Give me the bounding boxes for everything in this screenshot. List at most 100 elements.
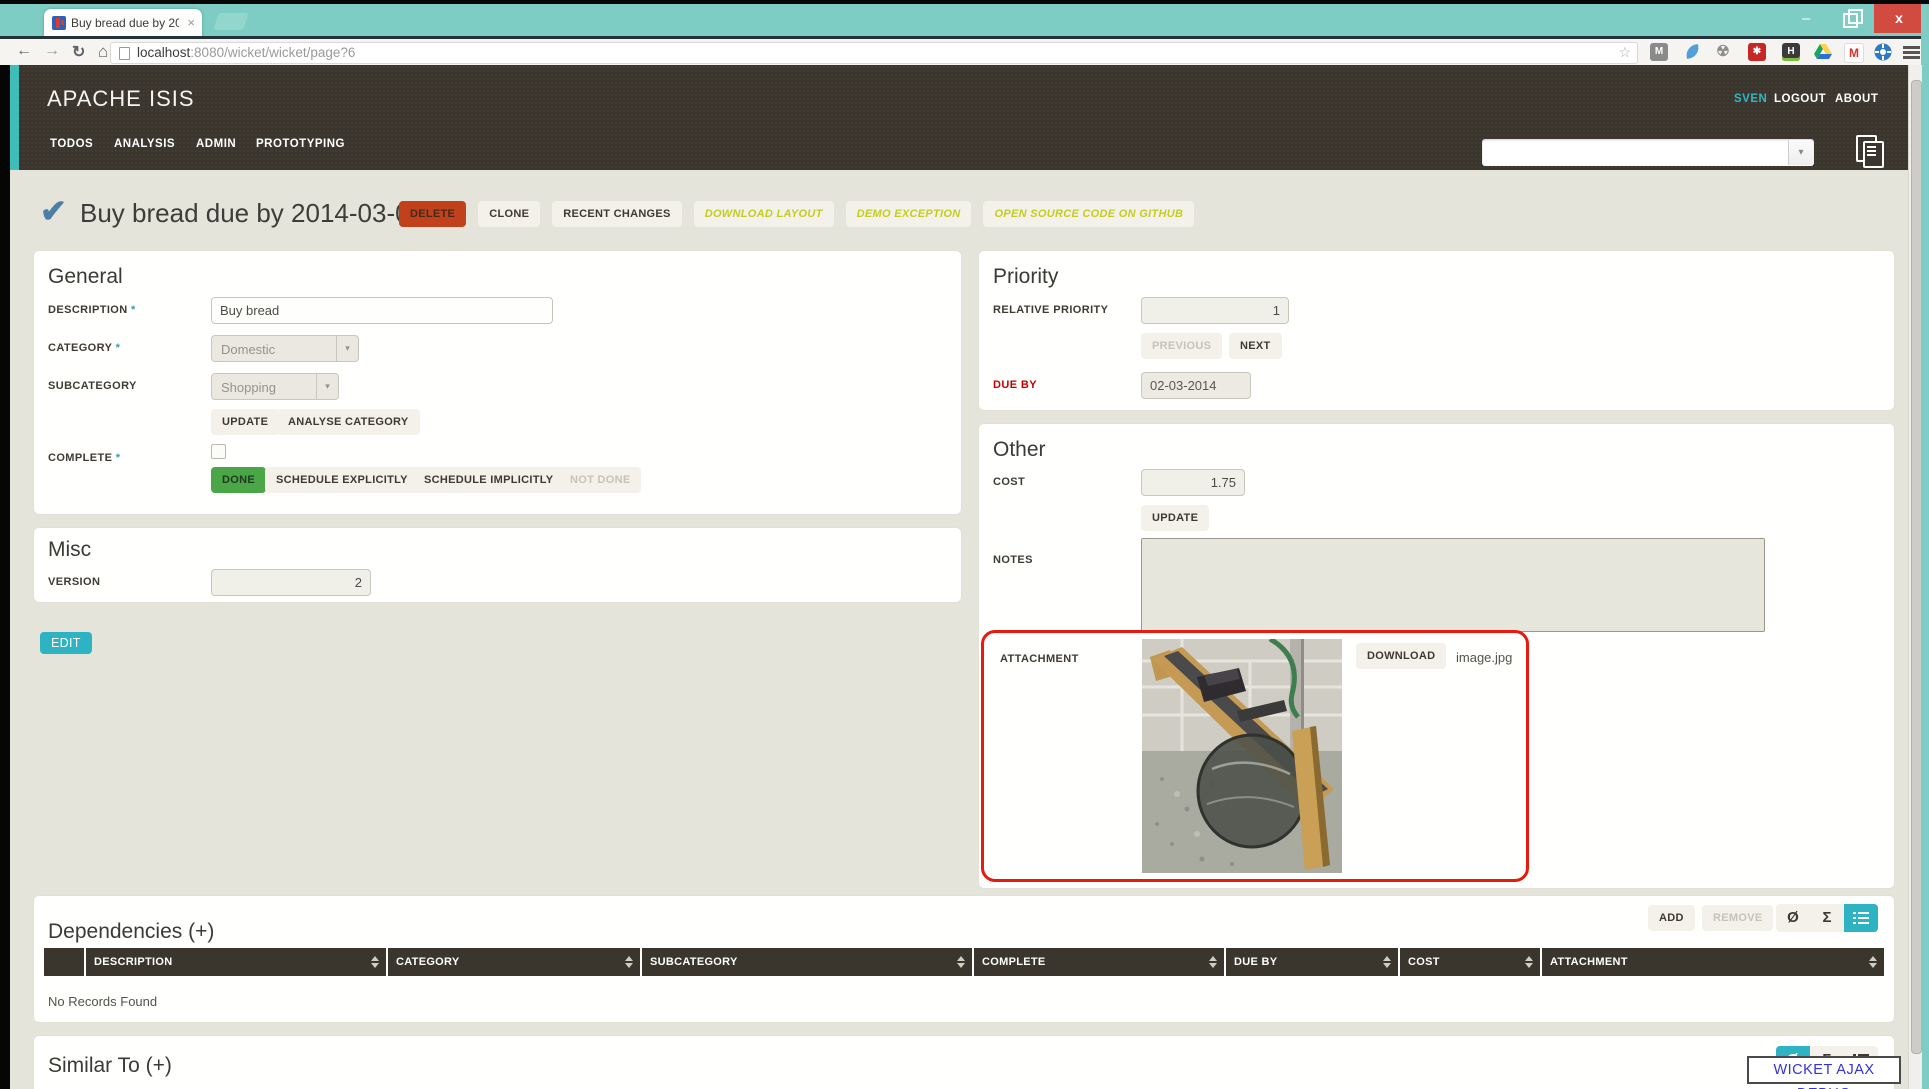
update-cost-button[interactable]: UPDATE bbox=[1141, 505, 1209, 531]
due-by-label: DUE BY bbox=[993, 379, 1037, 391]
subcategory-label: SUBCATEGORY bbox=[48, 380, 137, 392]
column-cost[interactable]: COST bbox=[1400, 948, 1540, 976]
column-due-by[interactable]: DUE BY bbox=[1226, 948, 1398, 976]
back-icon[interactable]: ← bbox=[16, 42, 32, 60]
browser-tab[interactable]: Buy bread due by 20 × bbox=[44, 9, 202, 37]
new-tab-button[interactable] bbox=[213, 13, 249, 30]
general-heading: General bbox=[48, 265, 123, 289]
column-description[interactable]: DESCRIPTION bbox=[86, 948, 386, 976]
page-title: Buy bread due by 2014-03-02 bbox=[80, 198, 424, 229]
column-subcategory[interactable]: SUBCATEGORY bbox=[642, 948, 972, 976]
extension-m-icon[interactable]: M bbox=[1650, 43, 1668, 61]
empty-table-message: No Records Found bbox=[48, 994, 157, 1009]
address-bar[interactable]: localhost:8080/wicket/wicket/page?6 ☆ bbox=[110, 42, 1638, 64]
general-panel: General DESCRIPTION * CATEGORY * Domesti… bbox=[33, 250, 962, 515]
next-button[interactable]: NEXT bbox=[1229, 333, 1282, 359]
category-label: CATEGORY * bbox=[48, 342, 120, 354]
recent-changes-button[interactable]: RECENT CHANGES bbox=[552, 201, 682, 227]
aperture-icon[interactable] bbox=[1874, 43, 1892, 61]
not-done-button[interactable]: NOT DONE bbox=[559, 467, 641, 493]
header-accent bbox=[10, 65, 19, 170]
open-source-button[interactable]: OPEN SOURCE CODE ON GITHUB bbox=[983, 201, 1194, 227]
copy-icon[interactable] bbox=[1856, 135, 1877, 162]
hide-columns-icon[interactable]: Ø bbox=[1776, 904, 1810, 932]
minimize-button[interactable]: – bbox=[1802, 10, 1810, 27]
version-input bbox=[211, 569, 371, 596]
relative-priority-label: RELATIVE PRIORITY bbox=[993, 304, 1108, 316]
remove-button[interactable]: REMOVE bbox=[1702, 905, 1773, 931]
download-layout-button[interactable]: DOWNLOAD LAYOUT bbox=[694, 201, 834, 227]
update-button[interactable]: UPDATE bbox=[211, 409, 279, 435]
demo-exception-button[interactable]: DEMO EXCEPTION bbox=[846, 201, 972, 227]
search-select[interactable]: ▾ bbox=[1482, 139, 1814, 166]
scrollbar[interactable] bbox=[1908, 65, 1922, 1089]
reload-icon[interactable]: ↻ bbox=[72, 42, 85, 62]
forward-icon[interactable]: → bbox=[44, 42, 60, 60]
attachment-highlight: ATTACHMENT bbox=[981, 630, 1529, 882]
wicket-ajax-debug-link[interactable]: WICKET AJAX DEBUG bbox=[1747, 1056, 1901, 1084]
dependencies-table-header: DESCRIPTION CATEGORY SUBCATEGORY COMPLET… bbox=[44, 948, 1884, 976]
user-link[interactable]: SVEN bbox=[1734, 93, 1767, 105]
home-icon[interactable]: ⌂ bbox=[98, 42, 108, 62]
dependencies-heading: Dependencies (+) bbox=[48, 920, 214, 944]
schedule-implicitly-button[interactable]: SCHEDULE IMPLICITLY bbox=[413, 467, 564, 493]
complete-label: COMPLETE * bbox=[48, 452, 120, 464]
column-complete[interactable]: COMPLETE bbox=[974, 948, 1224, 976]
view-toggle-group: Ø Σ bbox=[1776, 904, 1878, 932]
priority-heading: Priority bbox=[993, 265, 1058, 289]
clone-button[interactable]: CLONE bbox=[478, 201, 540, 227]
complete-checkbox[interactable] bbox=[211, 444, 226, 459]
close-button[interactable]: x bbox=[1874, 4, 1924, 33]
app-brand[interactable]: APACHE ISIS bbox=[47, 86, 195, 112]
chevron-down-icon: ▾ bbox=[316, 374, 338, 399]
category-select[interactable]: Domestic ▾ bbox=[211, 335, 359, 362]
attachment-image bbox=[1142, 639, 1342, 873]
about-link[interactable]: ABOUT bbox=[1835, 93, 1878, 105]
logout-link[interactable]: LOGOUT bbox=[1774, 93, 1826, 105]
restore-button[interactable] bbox=[1843, 13, 1858, 28]
url-text[interactable]: localhost:8080/wicket/wicket/page?6 bbox=[137, 45, 355, 60]
tab-close-icon[interactable]: × bbox=[187, 15, 195, 30]
misc-heading: Misc bbox=[48, 538, 91, 562]
nav-todos[interactable]: TODOS bbox=[50, 138, 93, 150]
favicon-icon bbox=[52, 16, 66, 30]
nav-admin[interactable]: ADMIN bbox=[196, 138, 236, 150]
delete-button[interactable]: DELETE bbox=[399, 201, 466, 227]
radiation-icon[interactable]: ☢ bbox=[1714, 43, 1732, 61]
description-input[interactable] bbox=[211, 297, 553, 324]
gmail-icon[interactable]: M bbox=[1844, 43, 1864, 63]
bookmark-star-icon[interactable]: ☆ bbox=[1618, 44, 1631, 61]
relative-priority-input bbox=[1141, 297, 1289, 324]
twitter-feather-icon[interactable] bbox=[1684, 43, 1702, 61]
window-border bbox=[1921, 4, 1929, 1089]
nav-prototyping[interactable]: PROTOTYPING bbox=[256, 138, 345, 150]
column-attachment[interactable]: ATTACHMENT bbox=[1542, 948, 1884, 976]
chevron-down-icon[interactable]: ▾ bbox=[1788, 140, 1813, 165]
cost-input bbox=[1141, 469, 1245, 496]
version-label: VERSION bbox=[48, 576, 100, 588]
subcategory-select[interactable]: Shopping ▾ bbox=[211, 373, 339, 400]
previous-button[interactable]: PREVIOUS bbox=[1141, 333, 1222, 359]
app-header: APACHE ISIS TODOS ANALYSIS ADMIN PROTOTY… bbox=[10, 65, 1908, 170]
action-buttons: DELETE CLONE RECENT CHANGES DOWNLOAD LAY… bbox=[399, 201, 1194, 227]
scrollbar-thumb[interactable] bbox=[1911, 80, 1922, 1054]
done-button[interactable]: DONE bbox=[211, 467, 266, 493]
priority-panel: Priority RELATIVE PRIORITY PREVIOUS NEXT… bbox=[978, 250, 1895, 411]
nav-analysis[interactable]: ANALYSIS bbox=[114, 138, 175, 150]
drive-icon[interactable] bbox=[1814, 43, 1832, 61]
lastpass-icon[interactable]: ✱ bbox=[1748, 43, 1766, 61]
analyse-category-button[interactable]: ANALYSE CATEGORY bbox=[277, 409, 420, 435]
notes-textarea[interactable] bbox=[1141, 538, 1765, 632]
download-button[interactable]: DOWNLOAD bbox=[1356, 643, 1446, 669]
other-heading: Other bbox=[993, 438, 1046, 462]
add-button[interactable]: ADD bbox=[1648, 905, 1695, 931]
summary-sigma-icon[interactable]: Σ bbox=[1810, 904, 1844, 932]
column-category[interactable]: CATEGORY bbox=[388, 948, 640, 976]
attachment-filename: image.jpg bbox=[1456, 650, 1512, 665]
hipchat-icon[interactable]: H bbox=[1782, 43, 1800, 61]
due-by-input[interactable] bbox=[1141, 372, 1251, 399]
edit-button[interactable]: EDIT bbox=[40, 632, 92, 654]
schedule-explicitly-button[interactable]: SCHEDULE EXPLICITLY bbox=[265, 467, 419, 493]
list-view-icon[interactable] bbox=[1844, 904, 1878, 932]
menu-icon[interactable] bbox=[1903, 46, 1920, 59]
